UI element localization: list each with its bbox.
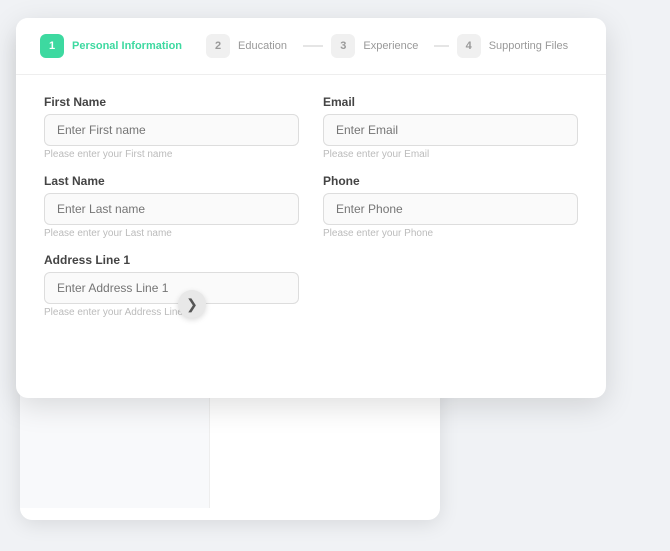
fc-label-c1-1: Last Name (44, 174, 299, 188)
front-card-body: First Name Please enter your First name … (16, 75, 606, 352)
front-card: 1 Personal Information 2 Education 3 Exp… (16, 18, 606, 398)
stepper-step-4[interactable]: 4 Supporting Files (457, 34, 582, 58)
front-col-1: First Name Please enter your First name … (44, 95, 299, 332)
fc-hint-c1-1: Please enter your Last name (44, 228, 299, 239)
stepper-header: 1 Personal Information 2 Education 3 Exp… (16, 18, 606, 75)
fc-input-c1-0[interactable] (44, 114, 299, 146)
stepper-num-2: 2 (206, 34, 230, 58)
fc-input-c1-1[interactable] (44, 193, 299, 225)
stepper-num-1: 1 (40, 34, 64, 58)
stepper-step-3[interactable]: 3 Experience (331, 34, 456, 58)
fc-input-c2-0[interactable] (323, 114, 578, 146)
fc-label-c2-1: Phone (323, 174, 578, 188)
stepper-step-1[interactable]: 1 Personal Information (40, 34, 206, 58)
fc-input-c1-2[interactable] (44, 272, 299, 304)
stepper-label-3: Experience (363, 40, 418, 52)
fc-label-c1-0: First Name (44, 95, 299, 109)
fc-hint-c2-1: Please enter your Phone (323, 228, 578, 239)
fc-label-c2-0: Email (323, 95, 578, 109)
fc-hint-c1-0: Please enter your First name (44, 149, 299, 160)
fc-hint-c2-0: Please enter your Email (323, 149, 578, 160)
fc-label-c1-2: Address Line 1 (44, 253, 299, 267)
stepper-label-2: Education (238, 40, 287, 52)
fc-field-group-c1-2: Address Line 1 Please enter your Address… (44, 253, 299, 318)
fc-input-c2-1[interactable] (323, 193, 578, 225)
stepper-label-4: Supporting Files (489, 40, 569, 52)
stepper-num-3: 3 (331, 34, 355, 58)
fc-field-group-c2-1: Phone Please enter your Phone (323, 174, 578, 239)
stepper-label-1: Personal Information (72, 40, 182, 52)
fc-field-group-c1-1: Last Name Please enter your Last name (44, 174, 299, 239)
arrow-icon: ❯ (178, 290, 206, 318)
fc-field-group-c2-0: Email Please enter your Email (323, 95, 578, 160)
front-col-2: Email Please enter your Email Phone Plea… (323, 95, 578, 332)
stepper-step-2[interactable]: 2 Education (206, 34, 331, 58)
fc-field-group-c1-0: First Name Please enter your First name (44, 95, 299, 160)
fc-hint-c1-2: Please enter your Address Line 1 (44, 307, 299, 318)
stepper-num-4: 4 (457, 34, 481, 58)
